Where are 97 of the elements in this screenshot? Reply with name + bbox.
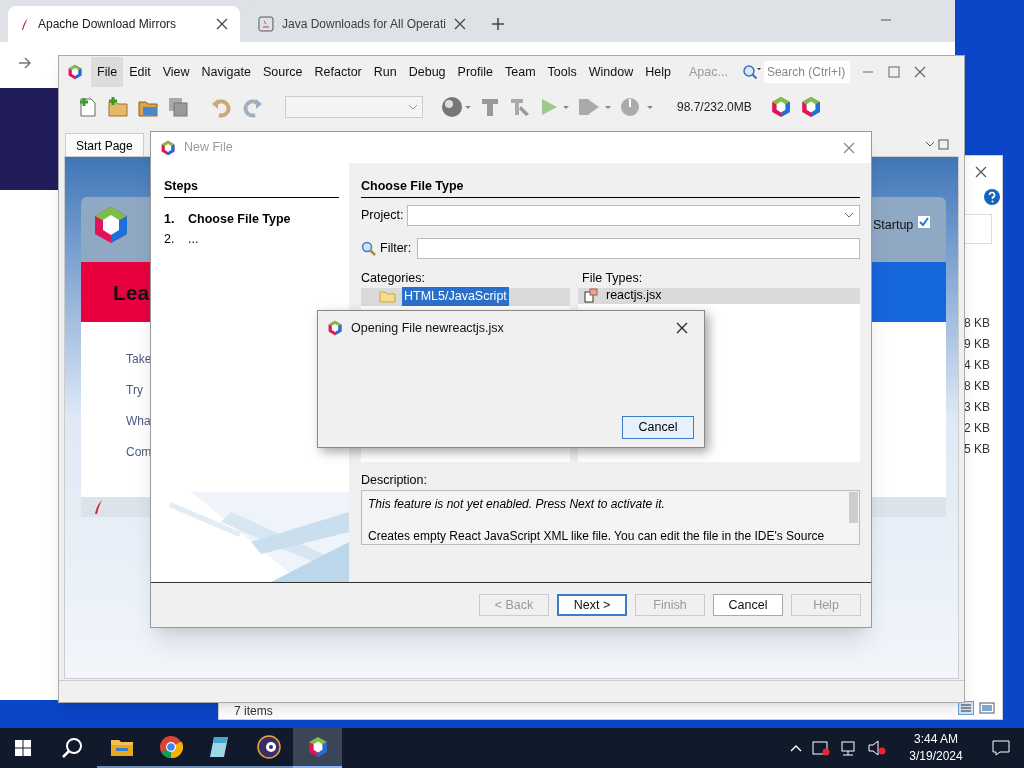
- start-page-link[interactable]: Take: [126, 350, 152, 368]
- details-view-icon[interactable]: [958, 701, 974, 715]
- wizard-button[interactable]: Next >: [557, 594, 627, 616]
- forward-arrow-icon[interactable]: [18, 57, 32, 69]
- editor-tab[interactable]: Start Page: [65, 133, 144, 157]
- save-all-icon[interactable]: [167, 96, 189, 118]
- close-button[interactable]: [975, 166, 987, 178]
- file-size: 2 KB: [964, 420, 990, 437]
- globe-icon[interactable]: [441, 96, 471, 118]
- cancel-button[interactable]: Cancel: [622, 416, 694, 439]
- category-item[interactable]: HTML5/JavaScript: [361, 287, 570, 306]
- new-folder-icon[interactable]: [107, 96, 129, 118]
- menu-item[interactable]: File: [91, 57, 124, 87]
- banner-heading: Lea: [113, 280, 150, 306]
- netbeans-icon: [306, 736, 329, 758]
- check-icon: [919, 217, 929, 227]
- menu-item[interactable]: Debug: [402, 57, 452, 87]
- folder-icon: [109, 737, 134, 757]
- filter-label: Filter:: [380, 239, 412, 257]
- file-size: 5 KB: [964, 441, 990, 458]
- chevron-up-icon[interactable]: [790, 744, 802, 752]
- file-size: 8 KB: [964, 315, 990, 332]
- feather-icon: [20, 17, 30, 31]
- new-tab-button[interactable]: [492, 18, 504, 30]
- clock-time[interactable]: 3:44 AM: [914, 731, 958, 748]
- chevron-down-icon: [844, 212, 854, 219]
- file-size: 9 KB: [964, 336, 990, 353]
- memory-usage[interactable]: 98.7/232.0MB: [677, 98, 752, 116]
- chrome-icon: [158, 735, 183, 759]
- debug-icon[interactable]: [577, 96, 611, 118]
- menu-item[interactable]: Edit: [123, 57, 157, 87]
- search-icon: [361, 240, 376, 256]
- step-label: Choose File Type: [188, 210, 291, 228]
- chevron-down-icon: [408, 104, 418, 110]
- menu-item[interactable]: Tools: [541, 57, 583, 87]
- security-icon[interactable]: [812, 740, 830, 756]
- netbeans-logo-icon: [327, 320, 343, 337]
- dialog-title: New File: [184, 139, 233, 157]
- dialog-title: Opening File newreactjs.jsx: [351, 320, 504, 337]
- help-icon[interactable]: [984, 189, 1000, 205]
- feather-icon: [93, 499, 103, 515]
- new-file-icon[interactable]: [77, 96, 99, 118]
- folder-icon: [379, 290, 396, 303]
- netbeans-logo-icon: [160, 139, 176, 156]
- clean-build-icon[interactable]: [509, 96, 531, 118]
- start-page-link[interactable]: Wha: [126, 412, 151, 430]
- categories-label: Categories:: [361, 269, 426, 287]
- menu-item[interactable]: Window: [582, 57, 640, 87]
- project-name: Apac...: [688, 63, 728, 81]
- description-text: Creates empty React JavaScript XML like file. You can edit the file in the IDE's Source: [368, 528, 826, 546]
- restore-window-icon[interactable]: [925, 139, 949, 151]
- maximize-button[interactable]: [887, 66, 900, 78]
- profile-icon[interactable]: [619, 96, 653, 118]
- netbeans-logo-icon: [67, 64, 83, 80]
- search-field[interactable]: Search (Ctrl+I): [763, 61, 850, 83]
- menu-item[interactable]: Help: [639, 57, 677, 87]
- file-type-item[interactable]: reactjs.jsx: [578, 287, 860, 304]
- project-label: Project:: [361, 206, 404, 224]
- wizard-button[interactable]: Cancel: [713, 594, 783, 616]
- windows-start-icon[interactable]: [15, 740, 31, 756]
- file-size: 3 KB: [964, 399, 990, 416]
- build-hammer-icon[interactable]: [479, 96, 501, 118]
- menu-item[interactable]: Refactor: [308, 57, 368, 87]
- section-heading: Choose File Type: [361, 177, 860, 198]
- start-page-link[interactable]: Try: [126, 381, 143, 399]
- step-number: 1.: [164, 210, 176, 228]
- menu-item[interactable]: Run: [367, 57, 403, 87]
- close-button[interactable]: [676, 322, 688, 335]
- status-text: 7 items: [234, 703, 273, 720]
- filter-field[interactable]: [417, 237, 860, 259]
- volume-muted-icon[interactable]: [868, 740, 886, 756]
- menu-item[interactable]: Source: [256, 57, 309, 87]
- menu-item[interactable]: Profile: [451, 57, 499, 87]
- menu-item[interactable]: View: [156, 57, 196, 87]
- step-number: 2.: [164, 230, 176, 248]
- close-icon[interactable]: [216, 18, 228, 30]
- startup-checkbox[interactable]: [917, 215, 931, 229]
- tiles-view-icon[interactable]: [979, 701, 995, 715]
- steps-heading: Steps: [164, 177, 339, 198]
- browser-tab[interactable]: Apache Download Mirrors: [8, 6, 240, 42]
- step-label: ...: [188, 230, 199, 248]
- description-label: Description:: [361, 471, 428, 489]
- file-types-label: File Types:: [581, 269, 644, 287]
- menu-item[interactable]: Navigate: [195, 57, 257, 87]
- start-page-link[interactable]: Com: [126, 443, 152, 461]
- notifications-icon[interactable]: [992, 740, 1010, 756]
- clock-date[interactable]: 3/19/2024: [909, 748, 963, 765]
- description-note: This feature is not yet enabled. Press Next to activate it.: [368, 496, 666, 514]
- search-icon[interactable]: [61, 737, 83, 759]
- network-icon[interactable]: [840, 740, 858, 756]
- taskbar-app[interactable]: [293, 728, 342, 768]
- java-icon: [258, 16, 274, 32]
- menu-item[interactable]: Team: [499, 57, 542, 87]
- startup-label: Startup: [873, 217, 914, 234]
- scrollbar-thumb: [849, 492, 858, 524]
- file-size: 8 KB: [964, 378, 990, 395]
- close-icon[interactable]: [454, 18, 466, 30]
